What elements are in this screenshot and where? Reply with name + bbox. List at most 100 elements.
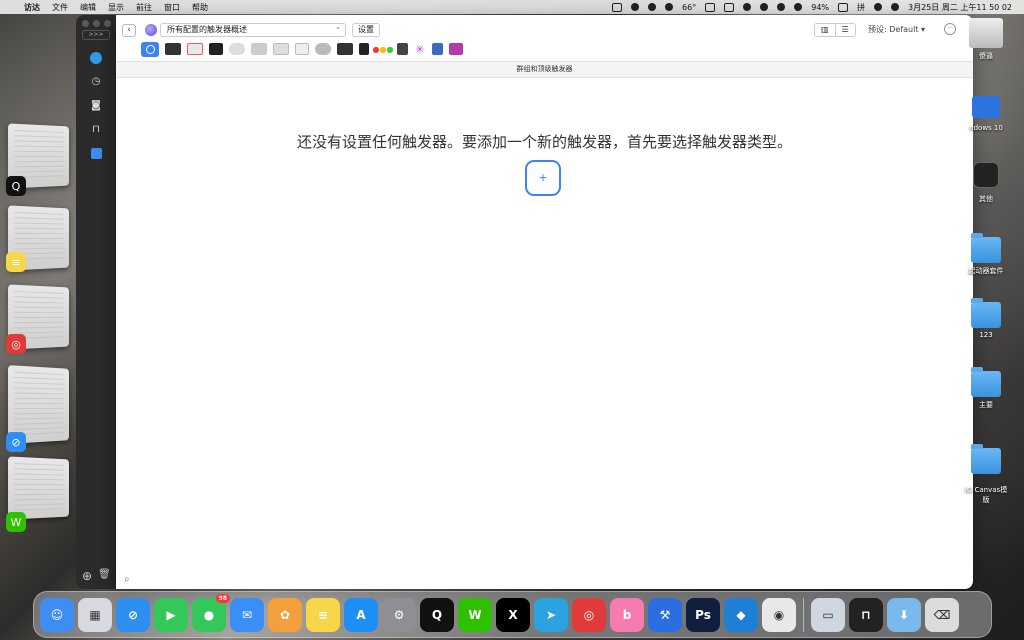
battery-status[interactable]: 94% [811,3,829,12]
finder-icon[interactable] [88,145,104,161]
menu-file[interactable]: 文件 [52,2,68,13]
stop-icon[interactable]: ◙ [88,97,104,113]
dock-chrome-icon[interactable]: ◉ [762,598,796,632]
desktop-folder[interactable]: 123 [958,302,1014,339]
trackpad-icon[interactable] [229,43,245,55]
trigger-overview-select[interactable]: 所有配置的触发器概述 ⌃ [160,23,346,37]
temperature-status[interactable]: 66° [682,3,696,12]
trigger-type-row: ● ● ● ✳ [141,41,463,57]
list-view-button[interactable]: ☰ [836,24,856,36]
grid-view-button[interactable]: ▥ [815,24,836,36]
menu-edit[interactable]: 编辑 [80,2,96,13]
dock-netease-icon[interactable]: ◎ [572,598,606,632]
folder-icon [971,448,1001,474]
input-method-status[interactable]: 拼 [857,2,865,13]
notch-bar-icon[interactable] [449,43,463,55]
dock-vscode-icon[interactable]: ◆ [724,598,758,632]
midi-icon[interactable] [432,43,443,55]
dock-photoshop-icon[interactable]: Ps [686,598,720,632]
dock-wechat-icon[interactable]: W [458,598,492,632]
btt-configuration-window: ‹ 所有配置的触发器概述 ⌃ 设置 ▥ ☰ 预设: Default ▾ ··· … [116,15,973,589]
desktop-item-label: 傻逼 [979,52,993,60]
clock-status[interactable]: 3月25日 周二 上午11 50 02 [908,2,1012,13]
close-button[interactable] [82,20,89,27]
dock-btt-icon[interactable]: ⊓ [849,598,883,632]
btt-status-icon[interactable] [612,3,622,12]
desktop-drive[interactable]: 傻逼 [958,18,1014,61]
dock-mail-icon[interactable]: ✉ [230,598,264,632]
magic-mouse-icon[interactable] [295,43,309,55]
touchbar-icon[interactable] [165,43,181,55]
stage-window-thumbnail[interactable] [8,456,69,519]
menu-app-name[interactable]: 访达 [24,2,40,13]
select-value: 所有配置的触发器概述 [167,25,247,34]
normal-mouse-icon[interactable] [315,43,331,55]
keyboard-icon[interactable] [251,43,267,55]
desktop-windows10[interactable]: ndows 10 [958,96,1014,132]
desktop-folder[interactable]: 起动器套件 [958,237,1014,276]
dock-appstore-icon[interactable]: A [344,598,378,632]
traffic-dots-icon[interactable]: ● ● ● [375,43,391,55]
menu-help[interactable]: 帮助 [192,2,208,13]
remote-icon[interactable] [337,43,353,55]
vpn-status-icon[interactable] [743,3,751,11]
mac-keyboard-icon[interactable] [187,43,203,55]
search-icon[interactable]: ⌕ [124,574,130,585]
wechat-status-icon[interactable] [777,3,785,11]
preset-selector[interactable]: 预设: Default ▾ [868,24,925,35]
dock-safari-icon[interactable]: ⊘ [116,598,150,632]
trigger-sidebar: >>> ◷ ◙ ⊓ ⊕ 🗑 [76,15,116,589]
external-keyboard-icon[interactable] [273,43,289,55]
dock-settings-icon[interactable]: ⚙ [382,598,416,632]
settings-button[interactable]: 设置 [352,23,380,37]
zoom-button[interactable] [104,20,111,27]
add-trigger-icon[interactable]: ⊕ [82,569,92,583]
dock-facetime-icon[interactable]: ▶ [154,598,188,632]
view-toggle: ▥ ☰ [814,23,856,37]
gesture-icon[interactable]: ✳ [414,43,426,55]
rack-icon[interactable]: ⊓ [88,121,104,137]
siri-remote-icon[interactable] [359,43,369,55]
dock-xcode-icon[interactable]: ⚒ [648,598,682,632]
display-status-icon[interactable] [724,3,734,12]
dock-telegram-icon[interactable]: ➤ [534,598,568,632]
desktop-other[interactable]: 其他 [958,162,1014,204]
dock-x-icon[interactable]: X [496,598,530,632]
dock-trash-icon[interactable]: ⌫ [925,598,959,632]
dock-qq-icon[interactable]: Q [420,598,454,632]
cpu-status-icon[interactable] [665,3,673,11]
menu-view[interactable]: 显示 [108,2,124,13]
back-button[interactable]: ‹ [122,24,136,37]
shield-status-icon[interactable] [648,3,656,11]
all-triggers-icon[interactable] [141,42,159,57]
siri-icon[interactable] [891,3,899,11]
control-center-icon[interactable] [874,3,882,11]
memory-status-icon[interactable] [705,3,715,12]
sidebar-collapse-button[interactable]: >>> [82,30,110,40]
paste-status-icon[interactable] [760,3,768,11]
globe-icon[interactable] [88,50,104,66]
desktop-folder[interactable]: IG Canvas模 版 [958,440,1014,505]
bluetooth-status-icon[interactable] [794,3,802,11]
dock: ☺ ▦ ⊘ ▶ ● 98 ✉ ✿ ≡ A ⚙ Q W X ➤ ◎ b ⚒ Ps ◆ ◉ ▭ ⊓ ⬇ ⌫ [33,591,992,638]
more-options-button[interactable]: ··· [944,23,956,35]
dock-photos-icon[interactable]: ✿ [268,598,302,632]
clock-icon[interactable]: ◷ [88,73,104,89]
trash-icon[interactable]: 🗑 [98,569,111,583]
dock-messages-icon[interactable]: ● 98 [192,598,226,632]
stream-deck-icon[interactable] [209,43,223,55]
dock-notes-icon[interactable]: ≡ [306,598,340,632]
menu-go[interactable]: 前往 [136,2,152,13]
add-trigger-button[interactable]: + [525,160,561,196]
dock-bilibili-icon[interactable]: b [610,598,644,632]
dock-launchpad-icon[interactable]: ▦ [78,598,112,632]
dock-downloads-icon[interactable]: ⬇ [887,598,921,632]
dock-finder-icon[interactable]: ☺ [40,598,74,632]
mouse-status-icon[interactable] [631,3,639,11]
minimize-button[interactable] [93,20,100,27]
desktop-folder[interactable]: 主要 [958,371,1014,410]
window-snap-icon[interactable] [397,43,408,55]
menu-window[interactable]: 窗口 [164,2,180,13]
notification-badge: 98 [216,594,230,603]
dock-preview-icon[interactable]: ▭ [811,598,845,632]
